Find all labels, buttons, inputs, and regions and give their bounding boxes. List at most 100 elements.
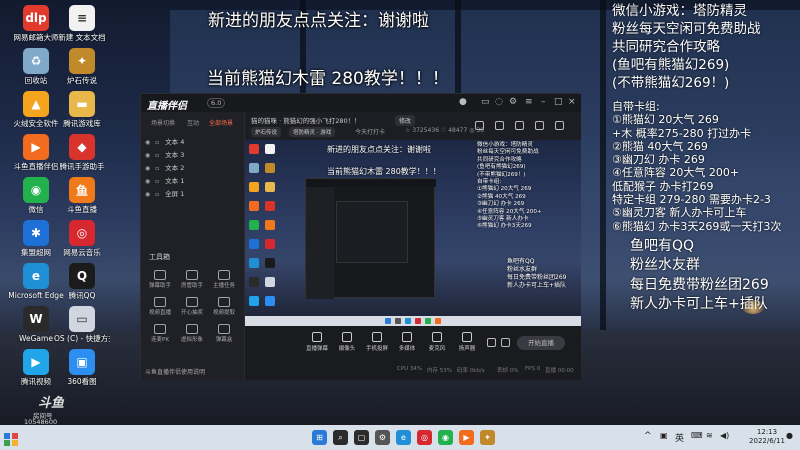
gift-icon[interactable] <box>475 121 484 130</box>
qq-icon <box>265 258 275 268</box>
danmu-button[interactable]: 直播弹幕 <box>303 332 331 352</box>
search-icon[interactable]: ⌕ <box>333 430 348 445</box>
usage-notice-link[interactable]: 斗鱼直播伴侣使用说明 <box>145 367 205 376</box>
start-live-button[interactable]: 开始直播 <box>517 336 565 350</box>
start-icon[interactable]: ⊞ <box>312 430 327 445</box>
wifi-icon[interactable]: ≋ <box>706 431 713 440</box>
tool-room-manager[interactable]: 房管助手 <box>177 270 207 292</box>
more-icon[interactable] <box>555 121 564 130</box>
hearthstone-icon <box>265 163 275 173</box>
recycle-bin-icon: ♻ <box>23 48 49 74</box>
settings-icon[interactable] <box>501 338 510 347</box>
lock-icon[interactable]: ▫ <box>155 191 163 198</box>
tool-danmu-assistant[interactable]: 弹幕助手 <box>145 270 175 292</box>
tool-icon <box>218 297 230 307</box>
group-line: 粉丝水友群 <box>630 257 700 274</box>
scene-item[interactable]: ◉ ▫ 全屏 1 <box>145 188 241 198</box>
speaker-button[interactable]: 扬声器 <box>453 332 481 352</box>
menu-icon[interactable]: ≡ <box>525 97 533 107</box>
settings-icon[interactable]: ⚙ <box>375 430 390 445</box>
tool-lottery[interactable]: 开心抽奖 <box>177 297 207 319</box>
card-line: +木 概率275-280 打过办卡 <box>612 126 752 140</box>
avatar[interactable]: ● <box>459 97 467 107</box>
multimedia-button[interactable]: 多媒体 <box>393 332 421 352</box>
settings-icon[interactable]: ⚙ <box>509 97 517 107</box>
widgets-icon[interactable] <box>4 431 18 446</box>
room-tag[interactable]: 炉石传说 <box>251 127 282 137</box>
notification-icon[interactable]: ● <box>786 431 793 440</box>
tab-interact[interactable]: 互动 <box>187 118 199 127</box>
taskbar-clock[interactable]: 12:13 2022/6/11 <box>747 428 787 446</box>
tool-video-extract[interactable]: 视频提取 <box>209 297 239 319</box>
microphone-button[interactable]: 麦克风 <box>423 332 451 352</box>
app-tray-icon[interactable]: ▣ <box>660 431 668 440</box>
tool-icon <box>218 324 230 334</box>
control-bar: 直播弹幕 摄像头 手机投屏 多媒体 麦克风 扬声器 开始直播 CPU 34% 内… <box>245 326 581 380</box>
volume-icon[interactable]: ◀) <box>720 431 729 440</box>
minimize-icon[interactable]: – <box>541 97 546 107</box>
record-icon[interactable] <box>487 338 496 347</box>
card-line: ④任意阵容 20大气 200+ <box>612 166 740 180</box>
tool-anchor-task[interactable]: 主播任务 <box>209 270 239 292</box>
task-view-icon[interactable]: ▢ <box>354 430 369 445</box>
eye-icon[interactable]: ◉ <box>145 165 153 172</box>
preview-group-line: 粉丝水友群 <box>507 266 538 273</box>
hearthstone-icon[interactable]: ✦ <box>480 430 495 445</box>
room-tag[interactable]: 塔防精灵 · 游戏 <box>289 127 336 137</box>
info-line: (鱼吧有熊猫幻269) <box>612 57 730 73</box>
preview-follow-text: 新进的朋友点点关注：谢谢啦 <box>327 145 431 154</box>
wechat-icon[interactable]: ◉ <box>438 430 453 445</box>
bell-icon[interactable] <box>535 121 544 130</box>
scene-item[interactable]: ◉ ▫ 文本 1 <box>145 175 241 185</box>
edge-icon[interactable]: e <box>396 430 411 445</box>
lock-icon[interactable]: ▫ <box>155 152 163 159</box>
lock-icon[interactable]: ▫ <box>155 139 163 146</box>
edit-room-button[interactable]: 修改 <box>395 115 416 126</box>
dropframe-status: 丢帧 0% <box>497 368 519 374</box>
douyu-assistant-icon[interactable]: ▶ <box>459 430 474 445</box>
room-title: 猫的猫咪 · 熊猫幻的强小飞打280！！ <box>251 117 361 125</box>
eye-icon[interactable]: ◉ <box>145 178 153 185</box>
desktop-icon-label: 腾讯QQ <box>68 291 96 300</box>
app-titlebar[interactable]: 直播伴侣 6.0 ● ▭ ◌ ⚙ ≡ – □ × <box>141 94 581 112</box>
lock-icon[interactable]: ▫ <box>155 165 163 172</box>
tool-icon <box>186 297 198 307</box>
lock-icon[interactable] <box>495 121 504 130</box>
tool-video-live[interactable]: 视频直播 <box>145 297 175 319</box>
tool-danmu-box[interactable]: 弹幕盒 <box>209 324 239 346</box>
preview-desktop-icons <box>247 142 283 312</box>
preview-info-line: ④任意阵容 20大气 200+ <box>477 208 542 215</box>
eye-icon[interactable]: ◉ <box>145 191 153 198</box>
desktop-icon-label: 腾讯游戏库 <box>63 119 101 128</box>
scene-item[interactable]: ◉ ▫ 文本 4 <box>145 136 241 146</box>
netease-music-icon[interactable]: ◎ <box>417 430 432 445</box>
lock-icon[interactable]: ▫ <box>155 178 163 185</box>
camera-button[interactable]: 摄像头 <box>333 332 361 352</box>
tool-avatar[interactable]: 虚拟形象 <box>177 324 207 346</box>
skin-icon[interactable]: ◌ <box>495 97 503 107</box>
crop-icon[interactable] <box>515 121 524 130</box>
keyboard-icon[interactable]: ⌨ <box>691 431 703 440</box>
tool-pk[interactable]: 连麦PK <box>145 324 175 346</box>
card-line: ③幽刀幻 办卡 269 <box>612 153 705 167</box>
chevron-up-icon[interactable]: ^ <box>644 431 652 441</box>
tab-all-scenes[interactable]: 全部场景 <box>209 118 233 127</box>
close-icon[interactable]: × <box>568 97 576 107</box>
tab-scene-switch[interactable]: 场景切换 <box>151 118 175 127</box>
stream-preview[interactable]: 新进的朋友点点关注：谢谢啦 当前熊猫幻木雷 280教学！！！ 微信小游戏：塔防精… <box>245 140 581 326</box>
memory-status: 内存 53% <box>427 368 452 374</box>
phone-cast-button[interactable]: 手机投屏 <box>363 332 391 352</box>
ime-indicator[interactable]: 英 <box>675 431 684 444</box>
scene-item[interactable]: ◉ ▫ 文本 2 <box>145 162 241 172</box>
eye-icon[interactable]: ◉ <box>145 139 153 146</box>
message-icon[interactable]: ▭ <box>481 97 490 107</box>
scene-item[interactable]: ◉ ▫ 文本 3 <box>145 149 241 159</box>
bitrate-status: 码率 0kb/s <box>457 368 485 374</box>
mail-icon: dlp <box>23 5 49 31</box>
folder-icon: ▬ <box>69 91 95 117</box>
douyu-live-assistant-window[interactable]: 直播伴侣 6.0 ● ▭ ◌ ⚙ ≡ – □ × 场景切换 互动 全部场景 ◉ … <box>140 93 581 380</box>
maximize-icon[interactable]: □ <box>554 97 563 107</box>
eye-icon[interactable]: ◉ <box>145 152 153 159</box>
info-line: 共同研究合作攻略 <box>612 39 720 55</box>
fps-status: FPS 0 <box>525 366 541 372</box>
